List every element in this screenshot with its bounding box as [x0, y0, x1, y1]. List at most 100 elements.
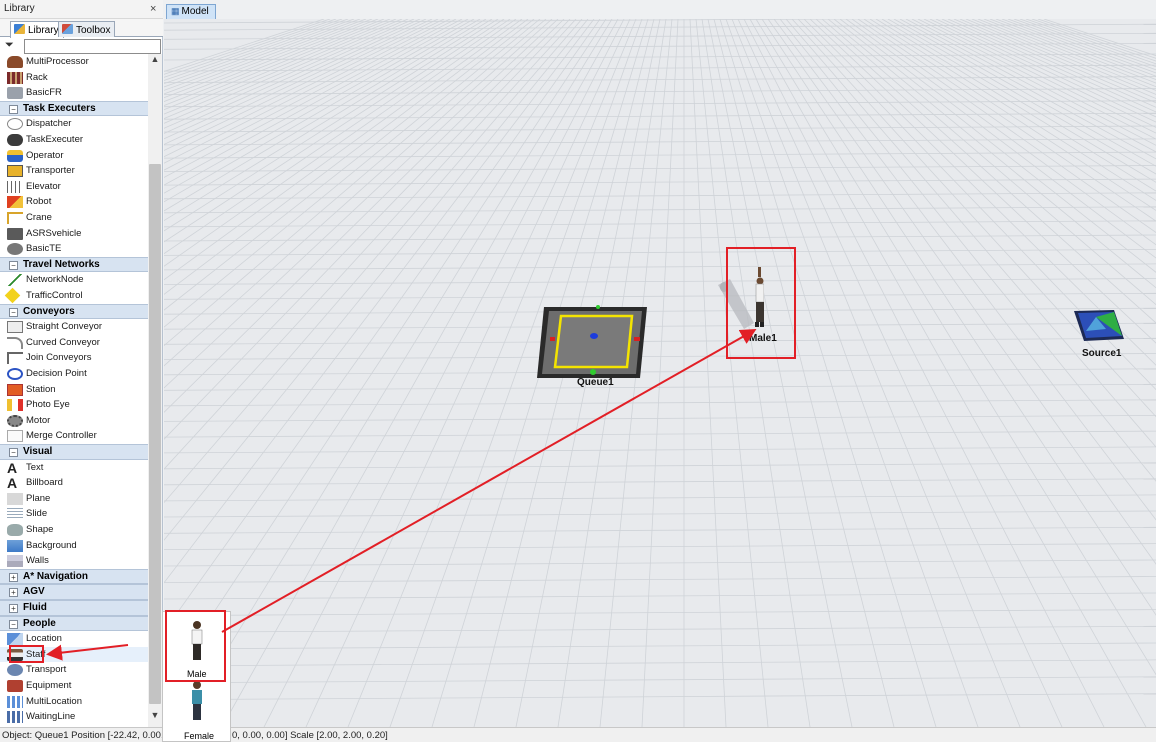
library-item-slide[interactable]: Slide: [0, 506, 148, 522]
library-item-dispatcher[interactable]: Dispatcher: [0, 116, 148, 132]
library-item-label: NetworkNode: [26, 274, 84, 286]
library-item-join-conveyors[interactable]: Join Conveyors: [0, 350, 148, 366]
library-item-curved-conveyor[interactable]: Curved Conveyor: [0, 335, 148, 351]
library-item-text[interactable]: A Text: [0, 460, 148, 476]
library-item-shape[interactable]: Shape: [0, 522, 148, 538]
collapse-icon[interactable]: −: [9, 307, 18, 317]
library-item-label: Elevator: [26, 180, 61, 192]
library-icon: [14, 24, 25, 34]
library-item-motor[interactable]: Motor: [0, 413, 148, 429]
filter-input[interactable]: [24, 39, 161, 54]
library-item-label: Operator: [26, 149, 64, 161]
filter-icon[interactable]: ⏷: [5, 39, 14, 52]
expand-icon[interactable]: +: [9, 572, 18, 582]
library-item-label: Location: [26, 633, 62, 645]
scrollbar-thumb[interactable]: [149, 164, 161, 704]
male-option-highlight-box: [165, 610, 226, 682]
curved-conveyor-icon: [7, 336, 23, 349]
library-item-label: Motor: [26, 414, 51, 426]
library-item-plane[interactable]: Plane: [0, 491, 148, 507]
library-item-walls[interactable]: Walls: [0, 553, 148, 569]
rack-icon: [7, 71, 23, 84]
category-label: AGV: [23, 586, 45, 598]
library-item-rack[interactable]: Rack: [0, 70, 148, 86]
library-item-basicfr[interactable]: BasicFR: [0, 85, 148, 101]
library-item-multilocation[interactable]: MultiLocation: [0, 694, 148, 710]
tab-library[interactable]: Library: [10, 21, 64, 38]
scroll-down-icon[interactable]: ▼: [148, 710, 162, 724]
library-item-merge-controller[interactable]: Merge Controller: [0, 428, 148, 444]
category-agv[interactable]: + AGV: [0, 584, 148, 600]
library-item-label: Slide: [26, 508, 48, 520]
library-item-label: MultiProcessor: [26, 56, 89, 67]
tab-toolbox[interactable]: Toolbox: [58, 21, 116, 37]
library-item-label: TaskExecuter: [26, 134, 84, 145]
library-item-station[interactable]: Station: [0, 382, 148, 398]
collapse-icon[interactable]: −: [9, 260, 18, 270]
female-icon: [192, 681, 202, 720]
source-icon[interactable]: [1070, 307, 1130, 347]
library-scrollbar[interactable]: ▲ ▼: [148, 54, 162, 727]
library-item-basicte[interactable]: BasicTE: [0, 241, 148, 257]
library-item-robot[interactable]: Robot: [0, 194, 148, 210]
library-item-straight-conveyor[interactable]: Straight Conveyor: [0, 319, 148, 335]
library-panel: Library × Library Toolbox ⏷ MultiProcess…: [0, 0, 163, 727]
transporter-icon: [7, 165, 23, 178]
library-item-label: Crane: [26, 212, 52, 223]
category-people[interactable]: − People: [0, 615, 148, 632]
category-travel-networks[interactable]: − Travel Networks: [0, 256, 148, 273]
library-list: MultiProcessor Rack BasicFR − Task Executers…: [0, 54, 148, 727]
straight-conveyor-icon: [7, 321, 23, 334]
library-item-label: Plane: [26, 492, 51, 504]
library-item-asrsvehicle[interactable]: ASRSvehicle: [0, 226, 148, 242]
library-item-multiprocessor[interactable]: MultiProcessor: [0, 54, 148, 70]
text-icon: A: [7, 459, 18, 476]
category-conveyors[interactable]: − Conveyors: [0, 303, 148, 320]
category-visual[interactable]: − Visual: [0, 444, 148, 460]
library-item-trafficcontrol[interactable]: TrafficControl: [0, 287, 148, 304]
library-item-waitingline[interactable]: WaitingLine: [0, 709, 148, 725]
library-item-networknode[interactable]: NetworkNode: [0, 272, 148, 288]
expand-icon[interactable]: +: [9, 604, 18, 613]
library-item-label: Decision Point: [26, 368, 87, 379]
category-label: Travel Networks: [23, 258, 100, 270]
library-item-label: Photo Eye: [26, 399, 70, 411]
collapse-icon[interactable]: −: [9, 448, 18, 457]
basicfr-icon: [7, 87, 23, 100]
library-item-billboard[interactable]: A Billboard: [0, 475, 148, 491]
library-item-taskexecuter[interactable]: TaskExecuter: [0, 132, 148, 148]
toolbox-icon: [62, 24, 73, 34]
library-item-decision-point[interactable]: Decision Point: [0, 366, 148, 382]
library-item-label: ASRSvehicle: [26, 227, 82, 239]
tab-model[interactable]: ▦ Model: [166, 4, 216, 19]
queue1-object[interactable]: [536, 304, 651, 384]
library-item-label: Rack: [26, 71, 48, 83]
tab-model-label: Model: [181, 6, 209, 17]
multilocation-icon: [7, 695, 23, 708]
collapse-icon[interactable]: −: [9, 104, 18, 114]
category-fluid[interactable]: + Fluid: [0, 600, 148, 616]
library-item-photo-eye[interactable]: Photo Eye: [0, 397, 148, 413]
motor-icon: [7, 414, 23, 427]
asrsvehicle-icon: [7, 227, 23, 240]
category-label: Conveyors: [23, 305, 75, 317]
library-item-elevator[interactable]: Elevator: [0, 179, 148, 195]
scroll-up-icon[interactable]: ▲: [148, 54, 162, 68]
category-task-executers[interactable]: − Task Executers: [0, 100, 148, 117]
library-item-background[interactable]: Background: [0, 538, 148, 554]
queue1-label: Queue1: [577, 377, 614, 388]
library-item-crane[interactable]: Crane: [0, 210, 148, 226]
library-title: Library: [4, 3, 35, 14]
collapse-icon[interactable]: −: [9, 619, 18, 629]
expand-icon[interactable]: +: [9, 588, 18, 598]
flyout-option-female[interactable]: Female: [163, 678, 232, 742]
close-icon[interactable]: ×: [150, 3, 156, 15]
category-a-navigation[interactable]: + A* Navigation: [0, 568, 148, 585]
library-item-transport[interactable]: Transport: [0, 662, 148, 678]
multiprocessor-icon: [7, 56, 23, 68]
library-item-operator[interactable]: Operator: [0, 148, 148, 164]
library-item-equipment[interactable]: Equipment: [0, 678, 148, 694]
model-viewport[interactable]: Queue1 Male1 Source1: [164, 19, 1156, 727]
library-item-transporter[interactable]: Transporter: [0, 163, 148, 179]
library-item-label: Dispatcher: [26, 118, 72, 130]
